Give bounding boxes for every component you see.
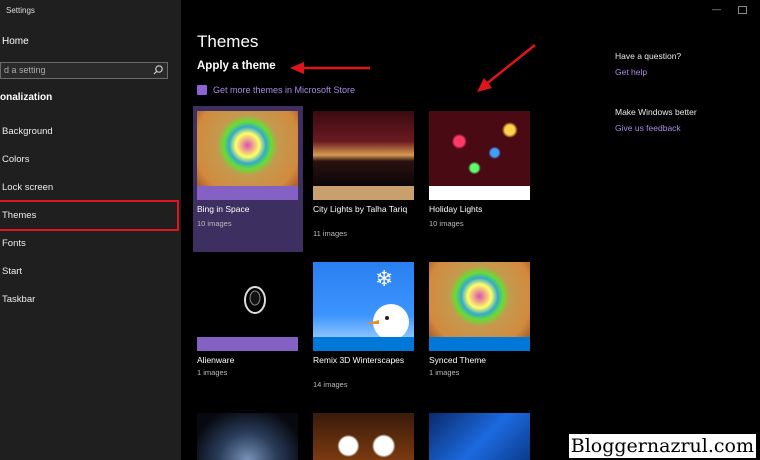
theme-name: Remix 3D Winterscapes <box>313 355 405 365</box>
theme-thumbnail <box>313 111 414 187</box>
give-feedback-link[interactable]: Give us feedback <box>615 123 681 133</box>
theme-card-city-lights[interactable]: City Lights by Talha Tariq 11 images <box>313 111 419 251</box>
theme-color-bar <box>197 337 298 351</box>
question-heading: Have a question? <box>615 51 682 61</box>
theme-name: Synced Theme <box>429 355 487 365</box>
get-help-link[interactable]: Get help <box>615 67 647 77</box>
theme-card-row3-2[interactable] <box>313 413 419 460</box>
feedback-heading: Make Windows better <box>615 107 697 117</box>
theme-count: 1 images <box>197 368 228 377</box>
theme-thumbnail <box>313 413 414 460</box>
snowman-icon: ❄ <box>365 267 409 338</box>
theme-card-remix-3d-winterscapes[interactable]: ❄ Remix 3D Winterscapes 14 images <box>313 262 419 392</box>
theme-card-bing-in-space[interactable]: Bing in Space 10 images <box>197 111 303 251</box>
theme-card-holiday-lights[interactable]: Holiday Lights 10 images <box>429 111 535 251</box>
theme-color-bar <box>197 186 298 200</box>
theme-name: Alienware <box>197 355 235 365</box>
theme-count: 14 images <box>313 380 348 389</box>
theme-thumbnail: ❄ <box>313 262 414 338</box>
theme-count: 11 images <box>313 229 348 238</box>
theme-thumbnail <box>429 111 530 187</box>
theme-card-alienware[interactable]: Alienware 1 images <box>197 262 303 392</box>
svg-text:❄: ❄ <box>375 267 393 292</box>
alienware-logo-icon <box>244 286 266 314</box>
theme-card-row3-3[interactable] <box>429 413 535 460</box>
theme-color-bar <box>313 337 414 351</box>
theme-color-bar <box>429 186 530 200</box>
theme-name: City Lights by Talha Tariq <box>313 204 408 214</box>
theme-name: Bing in Space <box>197 204 250 214</box>
theme-card-synced-theme[interactable]: Synced Theme 1 images <box>429 262 535 392</box>
theme-thumbnail <box>429 413 530 460</box>
theme-color-bar <box>313 186 414 200</box>
watermark: Bloggernazrul.com <box>568 434 756 458</box>
theme-count: 10 images <box>429 219 464 228</box>
theme-count: 1 images <box>429 368 460 377</box>
theme-thumbnail <box>197 413 298 460</box>
theme-color-bar <box>429 337 530 351</box>
theme-card-row3-1[interactable] <box>197 413 303 460</box>
theme-thumbnail <box>197 111 298 187</box>
theme-thumbnail <box>429 262 530 338</box>
theme-name: Holiday Lights <box>429 204 483 214</box>
theme-thumbnail <box>197 262 298 338</box>
theme-count: 10 images <box>197 219 232 228</box>
